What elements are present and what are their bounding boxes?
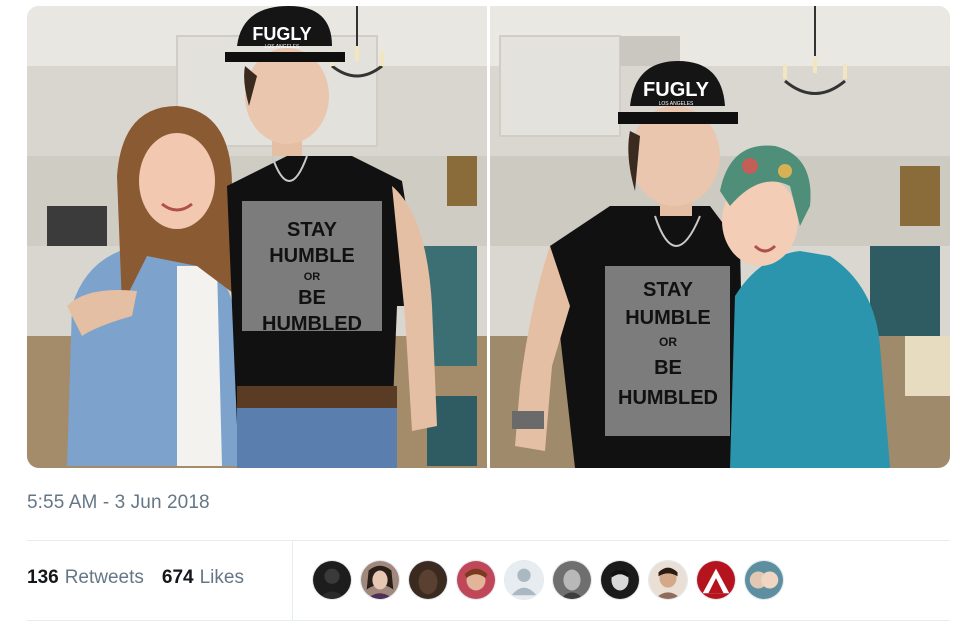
liker-avatar-3[interactable]: [408, 560, 448, 600]
retweets-stat[interactable]: 136 Retweets: [27, 567, 144, 589]
avatar-4-icon: [457, 561, 495, 599]
liker-avatar-5[interactable]: [504, 560, 544, 600]
liker-avatars: [312, 560, 784, 600]
likes-count: 674: [161, 567, 194, 588]
photo-left-cap-text: FUGLY: [252, 24, 311, 44]
photo-right-shirt-line-5: HUMBLED: [618, 387, 718, 409]
retweets-label: Retweets: [64, 567, 144, 588]
avatar-10-icon: [745, 561, 783, 599]
photo-right-image: FUGLY LOS ANGELES STAY HUMBLE OR BE HUMB…: [490, 6, 950, 468]
liker-avatar-10[interactable]: [744, 560, 784, 600]
avatar-1-icon: [313, 561, 351, 599]
avatar-8-icon: [649, 561, 687, 599]
photo-right-cap-text: FUGLY: [643, 79, 710, 101]
photo-grid: FUGLY LOS ANGELES STAY HUMBLE OR BE HUMB…: [27, 6, 950, 468]
liker-avatar-8[interactable]: [648, 560, 688, 600]
photo-right-shirt-line-1: STAY: [643, 279, 694, 301]
timestamp-separator: -: [102, 492, 110, 513]
liker-avatar-1[interactable]: [312, 560, 352, 600]
tweet-timestamp[interactable]: 5:55 AM - 3 Jun 2018: [27, 492, 210, 514]
tweet-stats: 136 Retweets 674 Likes: [27, 567, 262, 589]
divider-top: [27, 540, 950, 541]
photo-left-cap-subtext: LOS ANGELES: [265, 44, 300, 50]
avatar-2-icon: [361, 561, 399, 599]
avatar-3-icon: [409, 561, 447, 599]
liker-avatar-2[interactable]: [360, 560, 400, 600]
photo-right-cap-subtext: LOS ANGELES: [659, 101, 694, 107]
liker-avatar-4[interactable]: [456, 560, 496, 600]
photo-right-shirt-line-3: OR: [659, 335, 677, 349]
avatar-9-icon: [697, 561, 735, 599]
photo-right-shirt-line-4: BE: [654, 357, 682, 379]
tweet-photo-left[interactable]: FUGLY LOS ANGELES STAY HUMBLE OR BE HUMB…: [27, 6, 487, 468]
likes-stat[interactable]: 674 Likes: [162, 567, 244, 589]
liker-avatar-9[interactable]: [696, 560, 736, 600]
photo-left-shirt-line-2: HUMBLE: [269, 245, 355, 267]
avatar-6-icon: [553, 561, 591, 599]
tweet-detail: FUGLY LOS ANGELES STAY HUMBLE OR BE HUMB…: [0, 0, 960, 640]
liker-avatar-6[interactable]: [552, 560, 592, 600]
photo-right-shirt-line-2: HUMBLE: [625, 307, 711, 329]
divider-bottom: [27, 620, 950, 621]
liker-avatar-7[interactable]: [600, 560, 640, 600]
photo-left-shirt-line-5: HUMBLED: [262, 313, 362, 335]
photo-left-shirt-line-3: OR: [304, 271, 321, 283]
photo-left-shirt-line-1: STAY: [287, 219, 338, 241]
avatar-7-icon: [601, 561, 639, 599]
photo-left-image: FUGLY LOS ANGELES STAY HUMBLE OR BE HUMB…: [27, 6, 487, 468]
timestamp-time: 5:55 AM: [27, 492, 98, 513]
likes-label: Likes: [199, 567, 244, 588]
tweet-photo-right[interactable]: FUGLY LOS ANGELES STAY HUMBLE OR BE HUMB…: [490, 6, 950, 468]
photo-left-shirt-line-4: BE: [298, 287, 326, 309]
timestamp-date: 3 Jun 2018: [114, 492, 210, 513]
avatar-default-icon: [505, 561, 543, 599]
retweets-count: 136: [27, 567, 59, 588]
stats-separator: [292, 541, 293, 620]
